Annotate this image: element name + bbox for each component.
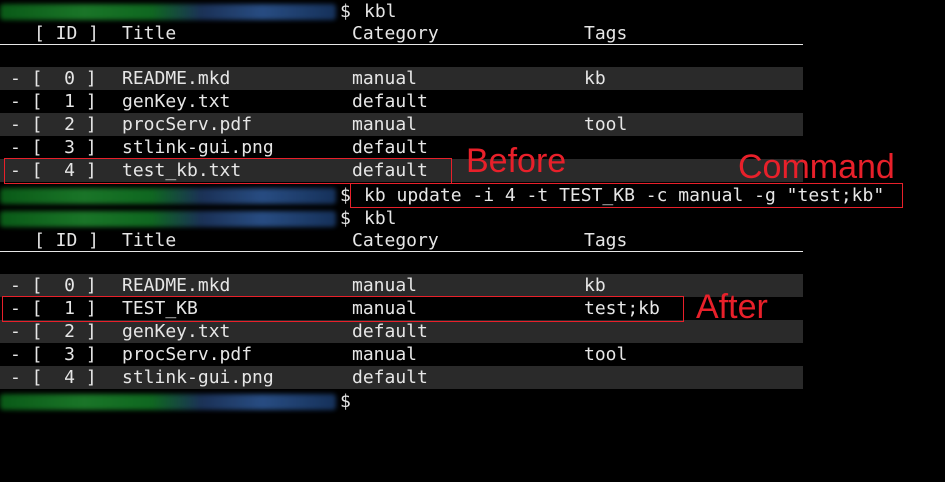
prompt-user-host-blurred: [0, 394, 336, 410]
prompt-line-4: $: [0, 390, 945, 413]
row-id: - [ 0 ]: [10, 68, 97, 89]
table-header-2: [ ID ] Title Category Tags: [0, 229, 945, 252]
prompt-symbol: $: [340, 391, 351, 412]
row-title: stlink-gui.png: [122, 137, 274, 158]
annotation-after: After: [696, 288, 768, 326]
header-tags: Tags: [584, 23, 628, 44]
table-row: - [ 3 ] procServ.pdf manual tool: [0, 343, 945, 366]
row-id: - [ 1 ]: [10, 91, 97, 112]
row-category: manual: [352, 114, 418, 135]
row-category: manual: [352, 275, 418, 296]
header-category: Category: [352, 23, 439, 44]
row-title: procServ.pdf: [122, 344, 253, 365]
row-title: procServ.pdf: [122, 114, 253, 135]
command-highlight-box: [350, 183, 903, 208]
row-category: default: [352, 91, 428, 112]
header-id: [ ID ]: [34, 230, 100, 251]
row-title: README.mkd: [122, 68, 231, 89]
row-tags: kb: [584, 275, 606, 296]
after-highlight-box: [2, 296, 684, 322]
row-id: - [ 2 ]: [10, 114, 97, 135]
prompt-line-3: $ kbl: [0, 207, 945, 230]
header-title: Title: [122, 230, 177, 251]
row-id: - [ 0 ]: [10, 275, 97, 296]
prompt-symbol: $: [340, 1, 351, 22]
prompt-line-1: $ kbl: [0, 0, 945, 23]
row-title: stlink-gui.png: [122, 367, 274, 388]
prompt-user-host-blurred: [0, 188, 336, 204]
prompt-user-host-blurred: [0, 211, 336, 227]
row-category: default: [352, 321, 428, 342]
row-tags: tool: [584, 114, 628, 135]
row-tags: tool: [584, 344, 628, 365]
row-id: - [ 4 ]: [10, 367, 97, 388]
header-title: Title: [122, 23, 177, 44]
command-text: kbl: [364, 208, 397, 229]
row-category: default: [352, 367, 428, 388]
table-row: - [ 2 ] genKey.txt default: [0, 320, 945, 343]
row-id: - [ 2 ]: [10, 321, 97, 342]
row-id: - [ 3 ]: [10, 344, 97, 365]
header-category: Category: [352, 230, 439, 251]
table-row: - [ 0 ] README.mkd manual kb: [0, 67, 945, 90]
table-row: - [ 4 ] stlink-gui.png default: [0, 366, 945, 389]
header-id: [ ID ]: [34, 23, 100, 44]
command-text: kbl: [364, 1, 397, 22]
row-category: default: [352, 137, 428, 158]
prompt-user-host-blurred: [0, 4, 336, 20]
table-row: - [ 0 ] README.mkd manual kb: [0, 274, 945, 297]
table-header-1: [ ID ] Title Category Tags: [0, 22, 945, 45]
row-tags: kb: [584, 68, 606, 89]
prompt-symbol: $: [340, 208, 351, 229]
row-title: genKey.txt: [122, 91, 231, 112]
row-title: README.mkd: [122, 275, 231, 296]
before-highlight-box: [4, 158, 452, 184]
table-row: - [ 2 ] procServ.pdf manual tool: [0, 113, 945, 136]
annotation-command: Command: [738, 148, 895, 186]
row-id: - [ 3 ]: [10, 137, 97, 158]
row-category: manual: [352, 68, 418, 89]
row-category: manual: [352, 344, 418, 365]
annotation-before: Before: [466, 142, 567, 180]
header-tags: Tags: [584, 230, 628, 251]
row-title: genKey.txt: [122, 321, 231, 342]
header-rule-2: [0, 251, 803, 252]
table-row: - [ 1 ] genKey.txt default: [0, 90, 945, 113]
header-rule-1: [0, 44, 803, 45]
